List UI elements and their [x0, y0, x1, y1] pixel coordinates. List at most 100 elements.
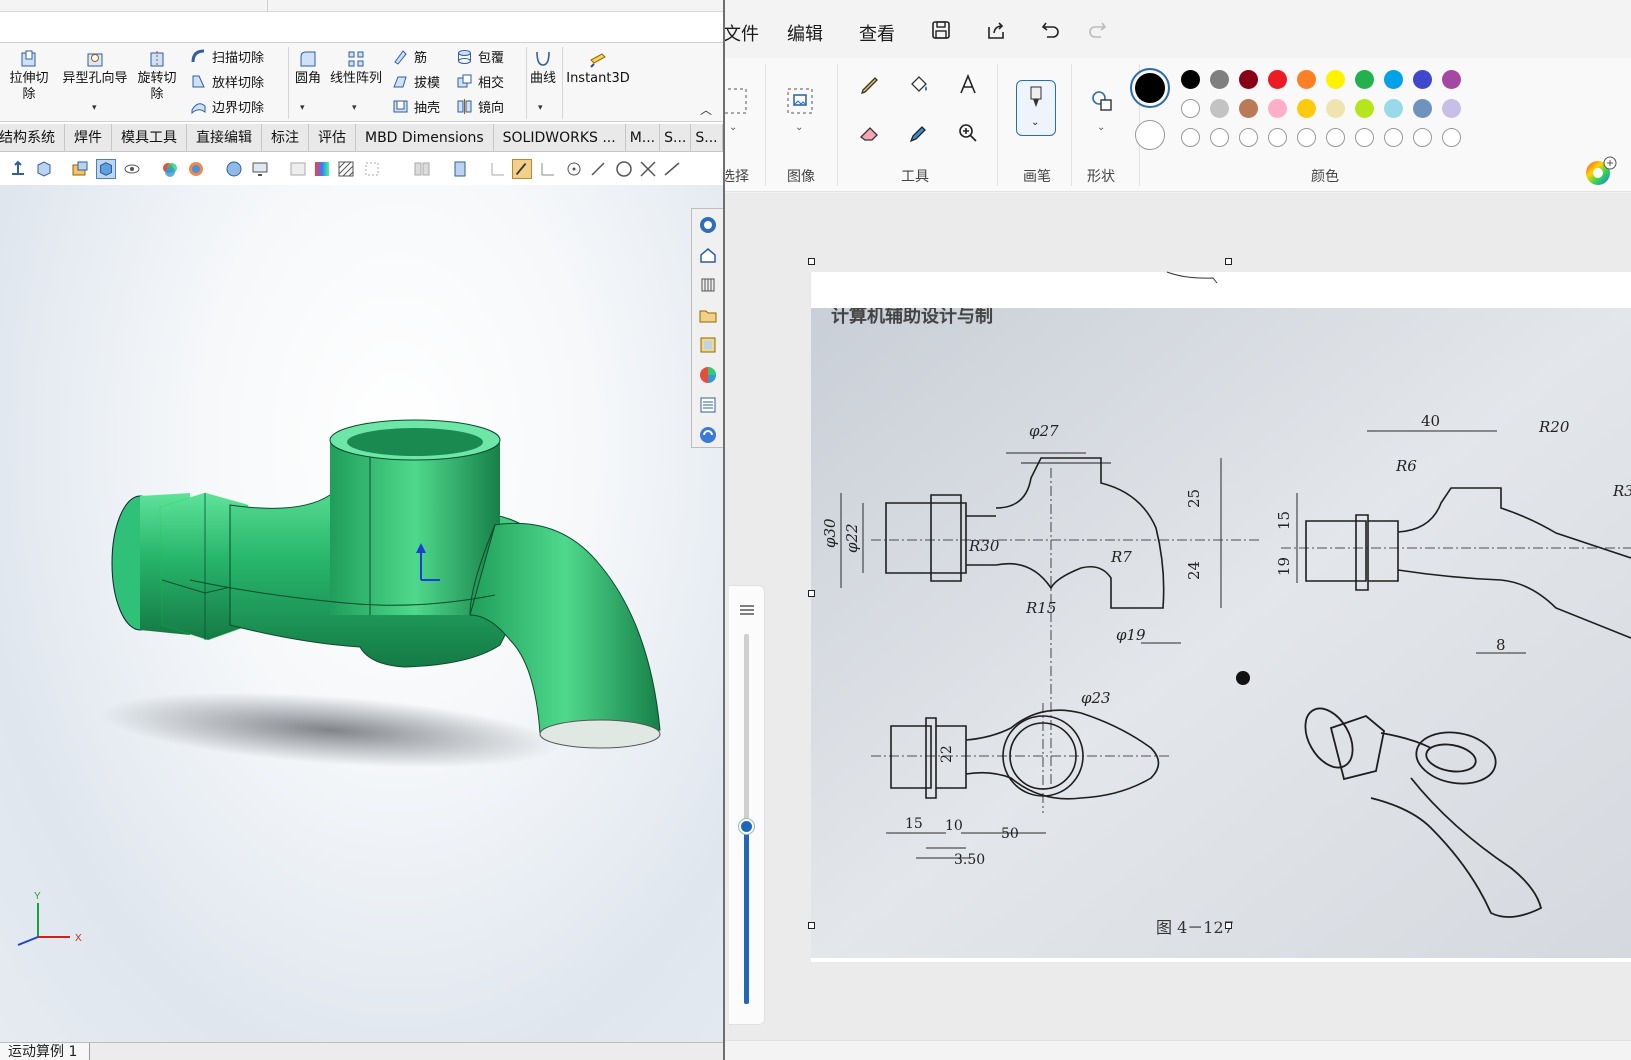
- palette-empty-slot[interactable]: [1442, 128, 1461, 147]
- palette-swatch[interactable]: [1239, 70, 1258, 89]
- zoom-slider[interactable]: [729, 585, 765, 1025]
- hatch-icon[interactable]: [336, 159, 356, 179]
- display-style-icon[interactable]: [96, 159, 116, 179]
- palette-empty-slot[interactable]: [1268, 128, 1287, 147]
- menu-edit[interactable]: 编辑: [787, 20, 823, 46]
- menu-file[interactable]: 文件: [725, 20, 759, 46]
- color-1-selector[interactable]: [1130, 68, 1170, 108]
- instant3d-button[interactable]: Instant3D: [566, 49, 630, 87]
- selection-chevron-icon[interactable]: ⌄: [729, 122, 737, 133]
- palette-empty-slot[interactable]: [1239, 128, 1258, 147]
- section-view-icon[interactable]: [70, 159, 90, 179]
- tab-s1[interactable]: S...: [660, 124, 692, 152]
- palette-empty-slot[interactable]: [1326, 128, 1345, 147]
- render-icon[interactable]: [312, 159, 332, 179]
- mirror-button[interactable]: 镜向: [456, 97, 504, 116]
- active-sketch-icon[interactable]: [512, 159, 532, 179]
- circle-icon[interactable]: [614, 159, 634, 179]
- color-picker-icon[interactable]: [906, 120, 932, 146]
- design-library-icon[interactable]: [698, 275, 718, 295]
- assembly-icon[interactable]: [412, 159, 432, 179]
- file-explorer-icon[interactable]: [698, 305, 718, 325]
- palette-swatch[interactable]: [1355, 99, 1374, 118]
- palette-swatch[interactable]: [1442, 99, 1461, 118]
- wrap-button[interactable]: 包覆: [456, 47, 504, 66]
- solidworks-resources-icon[interactable]: [698, 215, 718, 235]
- plane-icon[interactable]: [538, 159, 558, 179]
- palette-swatch[interactable]: [1181, 99, 1200, 118]
- extend-icon[interactable]: [662, 159, 682, 179]
- shapes-icon[interactable]: [1089, 88, 1115, 114]
- text-icon[interactable]: [955, 72, 981, 98]
- shell-button[interactable]: 抽壳: [392, 97, 440, 116]
- sketch-relation-icon[interactable]: [450, 159, 470, 179]
- motion-study-tab[interactable]: 运动算例 1: [0, 1043, 91, 1060]
- boundary-cut-button[interactable]: 边界切除: [190, 97, 264, 116]
- hide-show-icon[interactable]: [122, 159, 142, 179]
- resize-handle-top[interactable]: [1225, 258, 1232, 265]
- eraser-icon[interactable]: [857, 120, 883, 146]
- secondary-color-swatch[interactable]: [1135, 120, 1165, 150]
- tab-m[interactable]: M...: [626, 124, 661, 152]
- palette-swatch[interactable]: [1239, 99, 1258, 118]
- palette-empty-slot[interactable]: [1413, 128, 1432, 147]
- menu-view[interactable]: 查看: [859, 20, 895, 46]
- view-cube-icon[interactable]: [34, 159, 54, 179]
- revolve-cut-button[interactable]: 旋转切除: [136, 49, 178, 103]
- fill-icon[interactable]: [906, 72, 932, 98]
- curves-button[interactable]: 曲线: [528, 49, 558, 87]
- scene-icon[interactable]: [186, 159, 206, 179]
- monitor-icon[interactable]: [250, 159, 270, 179]
- shapes-chevron-icon[interactable]: ⌄: [1097, 122, 1105, 133]
- palette-swatch[interactable]: [1384, 99, 1403, 118]
- rib-button[interactable]: 筋: [392, 47, 427, 66]
- resize-handle-bottom[interactable]: [1225, 922, 1232, 929]
- view-palette-icon[interactable]: [698, 335, 718, 355]
- palette-empty-slot[interactable]: [1355, 128, 1374, 147]
- palette-swatch[interactable]: [1326, 99, 1345, 118]
- hole-wizard-chevron-icon[interactable]: ▾: [92, 103, 97, 113]
- palette-swatch[interactable]: [1297, 99, 1316, 118]
- faucet-3d-model[interactable]: Y X: [0, 185, 723, 1042]
- linear-pattern-chevron-icon[interactable]: ▾: [352, 103, 357, 113]
- palette-swatch[interactable]: [1210, 70, 1229, 89]
- share-icon[interactable]: [985, 19, 1007, 41]
- palette-swatch[interactable]: [1181, 70, 1200, 89]
- tab-weldments[interactable]: 焊件: [65, 124, 112, 152]
- palette-empty-slot[interactable]: [1384, 128, 1403, 147]
- palette-swatch[interactable]: [1355, 70, 1374, 89]
- fillet-button[interactable]: 圆角: [290, 49, 326, 87]
- appearance-icon[interactable]: [160, 159, 180, 179]
- lofted-cut-button[interactable]: 放样切除: [190, 72, 264, 91]
- edit-colors-icon[interactable]: [1582, 154, 1618, 190]
- palette-swatch[interactable]: [1442, 70, 1461, 89]
- extrude-cut-button[interactable]: 拉伸切除: [6, 49, 52, 103]
- image-chevron-icon[interactable]: ⌄: [795, 122, 803, 133]
- layers-icon[interactable]: [737, 600, 757, 620]
- resize-handle-bottom-left[interactable]: [808, 922, 815, 929]
- hole-wizard-button[interactable]: 异型孔向导: [60, 49, 130, 87]
- draft-button[interactable]: 拔模: [392, 72, 440, 91]
- linear-pattern-button[interactable]: 线性阵列: [328, 49, 384, 87]
- tab-structure-system[interactable]: 结构系统: [0, 124, 65, 152]
- realview-icon[interactable]: [224, 159, 244, 179]
- resize-handle-top-left[interactable]: [808, 258, 815, 265]
- intersect-button[interactable]: 相交: [456, 72, 504, 91]
- tab-direct-editing[interactable]: 直接编辑: [187, 124, 262, 152]
- image-crop-icon[interactable]: [785, 86, 815, 116]
- image-icon[interactable]: [288, 159, 308, 179]
- palette-swatch[interactable]: [1413, 70, 1432, 89]
- palette-swatch[interactable]: [1268, 70, 1287, 89]
- tab-mbd-dimensions[interactable]: MBD Dimensions: [356, 124, 494, 152]
- collapse-ribbon-chevron-icon[interactable]: ︿: [700, 101, 712, 118]
- forum-icon[interactable]: [698, 425, 718, 445]
- palette-swatch[interactable]: [1413, 99, 1432, 118]
- palette-swatch[interactable]: [1326, 70, 1345, 89]
- resize-handle-left[interactable]: [808, 590, 815, 597]
- save-icon[interactable]: [930, 19, 952, 41]
- palette-swatch[interactable]: [1297, 70, 1316, 89]
- swept-cut-button[interactable]: 扫描切除: [190, 47, 264, 66]
- undo-icon[interactable]: [1040, 19, 1062, 41]
- trim-icon[interactable]: [638, 159, 658, 179]
- fillet-chevron-icon[interactable]: ▾: [300, 103, 305, 113]
